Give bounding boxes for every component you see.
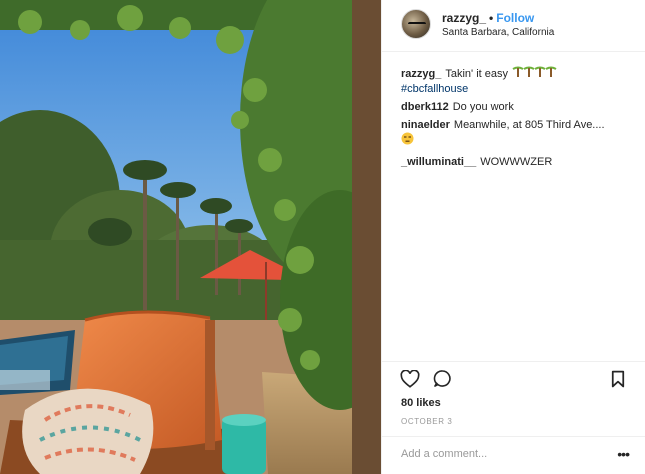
comment-username[interactable]: razzyg_ xyxy=(401,68,441,80)
comment-item: dberk112 Do you work xyxy=(401,100,633,114)
header-separator: • xyxy=(489,11,494,25)
likes-count[interactable]: 80 likes xyxy=(401,397,441,409)
comment-username[interactable]: _willuminati__ xyxy=(401,156,476,168)
comment-text: Do you work xyxy=(452,101,514,113)
comment-username[interactable]: dberk112 xyxy=(401,101,449,113)
heart-icon[interactable] xyxy=(400,369,420,393)
photo-illustration xyxy=(0,0,381,474)
header-user-line: razzyg_ • Follow xyxy=(442,11,534,25)
add-comment-input[interactable] xyxy=(401,445,591,463)
avatar-glasses xyxy=(408,22,426,29)
comment-item: ninaelder Meanwhile, at 805 Third Ave.... xyxy=(401,118,633,149)
palm-trees-emoji xyxy=(511,66,557,82)
comments-list: razzyg_ Takin' it easy #cbcfallhouse dber… xyxy=(401,66,633,173)
post-date: OCTOBER 3 xyxy=(401,417,453,426)
comment-text: Meanwhile, at 805 Third Ave.... xyxy=(453,119,605,131)
post-side-panel: razzyg_ • Follow Santa Barbara, California… xyxy=(381,0,645,474)
comment-caption: razzyg_ Takin' it easy #cbcfallhouse xyxy=(401,66,633,96)
post-header: razzyg_ • Follow Santa Barbara, California xyxy=(382,0,645,52)
comment-item: _willuminati__ WOWWWZER xyxy=(401,155,633,169)
comment-username[interactable]: ninaelder xyxy=(401,119,450,131)
post-photo[interactable] xyxy=(0,0,381,474)
header-username[interactable]: razzyg_ xyxy=(442,11,486,25)
add-comment-bar: ••• xyxy=(382,436,645,472)
comment-text: Takin' it easy xyxy=(445,67,508,80)
hashtag-link[interactable]: #cbcfallhouse xyxy=(401,82,633,96)
location-link[interactable]: Santa Barbara, California xyxy=(442,27,554,38)
bookmark-icon[interactable] xyxy=(611,370,625,393)
post-actions: 80 likes OCTOBER 3 ••• xyxy=(382,361,645,471)
unamused-face-emoji xyxy=(401,132,414,149)
avatar[interactable] xyxy=(401,9,431,39)
more-options-button[interactable]: ••• xyxy=(617,446,630,462)
comment-bubble-icon[interactable] xyxy=(433,369,452,393)
follow-button[interactable]: Follow xyxy=(496,11,534,25)
comment-text: WOWWWZER xyxy=(480,156,553,168)
